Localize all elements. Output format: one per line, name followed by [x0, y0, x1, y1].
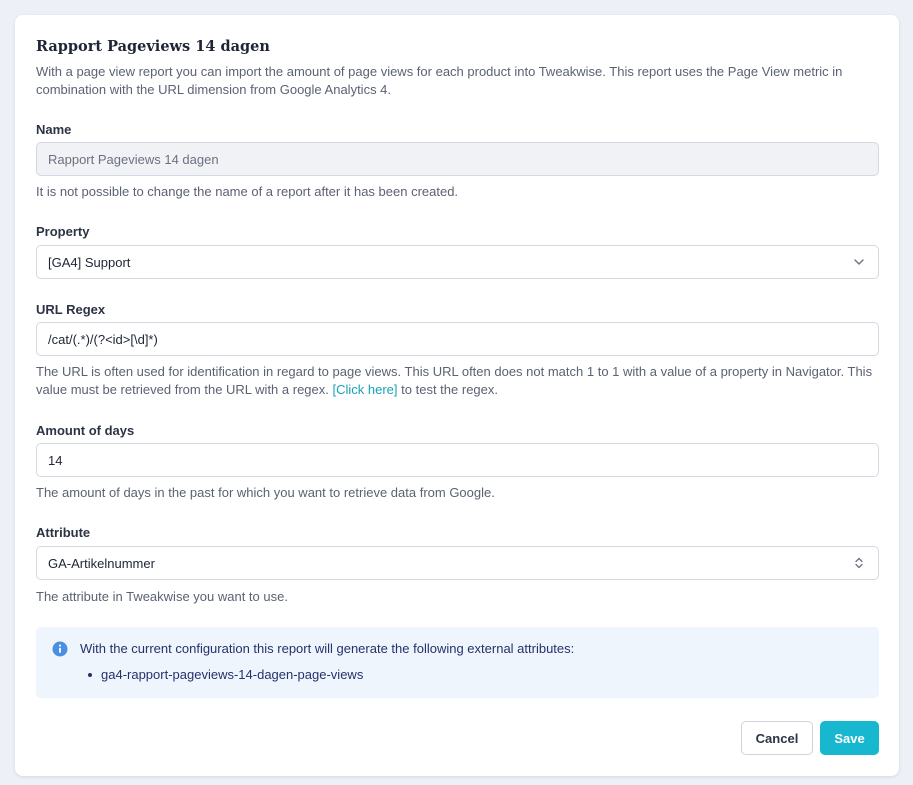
days-label: Amount of days	[36, 423, 135, 438]
name-help-text: It is not possible to change the name of…	[36, 184, 459, 199]
property-label: Property	[36, 224, 90, 239]
attribute-select[interactable]: GA-Artikelnummer	[36, 546, 879, 580]
days-input[interactable]: 14	[36, 443, 879, 477]
info-icon	[52, 641, 68, 657]
info-text: With the current configuration this repo…	[80, 641, 575, 656]
days-help-text: The amount of days in the past for which…	[36, 485, 495, 500]
sort-arrows-icon	[855, 557, 863, 569]
list-item: ga4-rapport-pageviews-14-dagen-page-view…	[88, 667, 363, 682]
attribute-help-text: The attribute in Tweakwise you want to u…	[36, 589, 288, 604]
url-regex-input[interactable]: /cat/(.*)/(?<id>[\d]*)	[36, 322, 879, 356]
external-attribute-name: ga4-rapport-pageviews-14-dagen-page-view…	[101, 667, 364, 682]
intro-text: With a page view report you can import t…	[36, 64, 843, 97]
bullet	[88, 672, 92, 677]
attribute-select-value: GA-Artikelnummer	[48, 555, 155, 571]
url-regex-help-text: The URL is often used for identification…	[36, 363, 879, 399]
report-form-card: Rapport Pageviews 14 dagen With a page v…	[15, 15, 899, 776]
page-title: Rapport Pageviews 14 dagen	[36, 38, 270, 55]
attribute-label: Attribute	[36, 525, 91, 540]
url-regex-label: URL Regex	[36, 302, 106, 317]
test-regex-link[interactable]: [Click here]	[333, 382, 398, 397]
chevron-down-icon	[854, 259, 864, 265]
days-value: 14	[48, 452, 63, 468]
url-regex-help-part2: to test the regex.	[401, 382, 498, 397]
property-select[interactable]: [GA4] Support	[36, 245, 879, 279]
info-box: With the current configuration this repo…	[36, 627, 879, 698]
name-field: Rapport Pageviews 14 dagen	[36, 142, 879, 176]
cancel-button[interactable]: Cancel	[741, 721, 813, 755]
info-attribute-list: ga4-rapport-pageviews-14-dagen-page-view…	[88, 667, 363, 682]
save-button[interactable]: Save	[820, 721, 879, 755]
property-select-value: [GA4] Support	[48, 254, 131, 270]
url-regex-value: /cat/(.*)/(?<id>[\d]*)	[48, 331, 158, 347]
name-field-value: Rapport Pageviews 14 dagen	[48, 151, 219, 167]
name-label: Name	[36, 122, 72, 137]
